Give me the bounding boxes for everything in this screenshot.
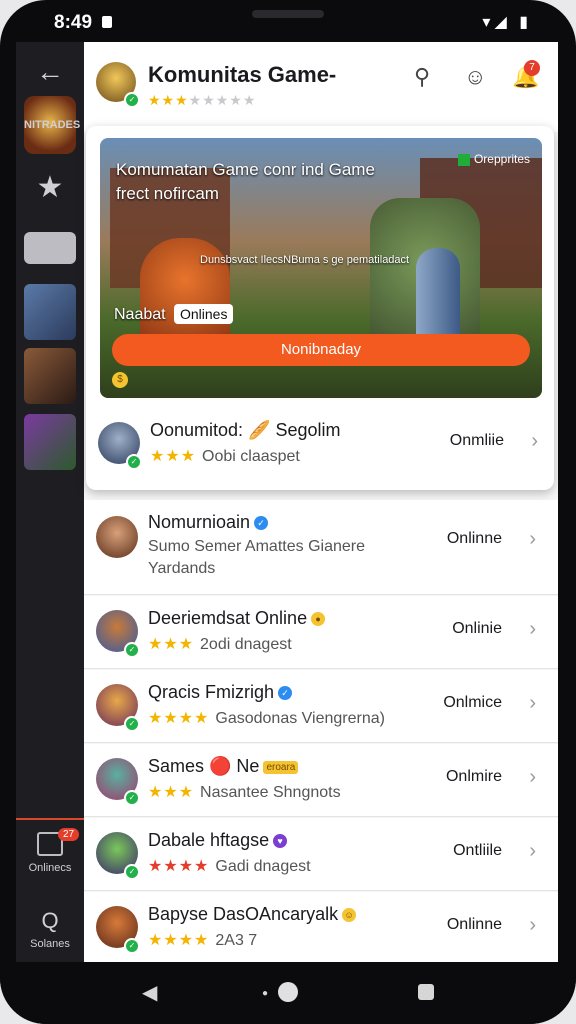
row-name: Qracis Fmizrigh ✓ <box>148 682 293 703</box>
row-subtitle: ★★★★ 2A3 7 <box>148 932 258 949</box>
rating-stars-filled: ★★★ <box>148 92 189 108</box>
gamepad-icon[interactable] <box>24 232 76 264</box>
online-status-icon: ✓ <box>124 938 140 954</box>
avatar <box>96 516 138 558</box>
search-icon: Q <box>41 908 59 933</box>
rail-onlines-button[interactable]: 27 Onlinecs <box>24 828 80 874</box>
row-status: Onlmire <box>445 768 502 785</box>
list-item[interactable]: ✓ Qracis Fmizrigh ✓ ★★★★ Gasodonas Viengre… <box>84 670 558 743</box>
online-status-icon: ✓ <box>124 864 140 880</box>
verified-check-icon: ✓ <box>124 92 140 108</box>
banner-title-line2: frect nofircam <box>116 184 219 203</box>
search-label: Solanes <box>30 938 70 950</box>
star-icon[interactable]: ★ <box>24 170 76 205</box>
row-subtitle: ★★★★ Gasodonas Viengrerna) <box>148 710 385 727</box>
row-subtitle: ★★★ 2odi dnagest <box>148 636 292 653</box>
rail-search-button[interactable]: Q Solanes <box>24 908 76 950</box>
online-status-icon: ✓ <box>124 716 140 732</box>
rail-divider <box>16 818 84 820</box>
row-status: Onlinie <box>452 620 502 637</box>
onlines-badge: 27 <box>58 828 80 841</box>
list-item[interactable]: ✓ Sames 🔴 Ne eroara ★★★ Nasantee Shngnots … <box>84 744 558 817</box>
row-status: Onlmice <box>443 694 502 711</box>
rail-avatar-2[interactable] <box>24 348 76 404</box>
flag-icon <box>457 153 470 166</box>
nav-home-icon[interactable] <box>278 982 298 1002</box>
verified-badge-icon: ✓ <box>278 686 293 701</box>
main-panel: ✓ Komunitas Game- ★★★★★★★★ ⚲ ☺ 🔔 7 Komum… <box>84 42 558 962</box>
row-status: Ontliile <box>453 842 502 859</box>
chevron-right-icon[interactable]: › <box>529 692 536 715</box>
online-chip[interactable]: Onlines <box>174 304 234 324</box>
header: ✓ Komunitas Game- ★★★★★★★★ ⚲ ☺ 🔔 7 <box>84 42 558 132</box>
coin-icon: $ <box>112 372 128 388</box>
back-arrow-icon[interactable]: ← <box>24 56 76 88</box>
profile-icon[interactable]: ☺ <box>464 64 486 90</box>
row-subtitle: ★★★★ Gadi dnagest <box>148 858 311 875</box>
row-name: Sames 🔴 Ne eroara <box>148 756 299 777</box>
chevron-right-icon[interactable]: › <box>529 528 536 551</box>
featured-banner[interactable]: Komumatan Game conr ind Game frect nofir… <box>100 138 542 398</box>
onlines-label: Onlinecs <box>28 862 72 874</box>
rail-avatar-1[interactable] <box>24 284 76 340</box>
row-subtitle: ★★★ Nasantee Shngnots <box>148 784 341 801</box>
signal-battery-icons: ▾◢ ▮ <box>482 14 532 31</box>
emoji-badge-icon: ☺ <box>342 908 357 923</box>
row-name: Bapyse DasOAncaryalk ☺ <box>148 904 357 925</box>
banner-action-button[interactable]: Nonibnaday <box>112 334 530 366</box>
chevron-right-icon[interactable]: › <box>529 840 536 863</box>
list-item[interactable]: ✓ Dabale hftagse ♥ ★★★★ Gadi dnagest Ontli… <box>84 818 558 891</box>
search-icon[interactable]: ⚲ <box>414 64 430 90</box>
chevron-right-icon[interactable]: › <box>529 766 536 789</box>
nav-recents-icon[interactable] <box>418 984 434 1000</box>
page-title: Komunitas Game- <box>148 62 337 87</box>
event-badge: eroara <box>263 760 299 774</box>
online-status-icon: ✓ <box>126 454 142 470</box>
status-bar: 8:49 ▾◢ ▮ <box>0 0 576 42</box>
list-item[interactable]: Nomurnioain ✓ Sumo Semer Amattes Gianere … <box>84 500 558 595</box>
nav-dot-icon: ● <box>262 988 269 999</box>
row-subtitle: ★★★ Oobi claaspet <box>150 448 300 465</box>
phone-frame: 8:49 ▾◢ ▮ ← NITRADES ★ 27 Onlinecs Q Sol… <box>0 0 576 1024</box>
rating-stars-empty: ★★★★★ <box>188 92 257 108</box>
online-status-icon: ✓ <box>124 642 140 658</box>
community-rating: ★★★★★★★★ <box>148 92 256 109</box>
nav-back-icon[interactable]: ◀ <box>142 980 157 1005</box>
row-name: Deeriemdsat Online ● <box>148 608 326 629</box>
row-name: Oonumitod: 🥖 Segolim <box>150 420 341 440</box>
badge-icon: ● <box>311 612 326 627</box>
row-subtitle: Sumo Semer Amattes Gianere <box>148 538 365 555</box>
rail-avatar-3[interactable] <box>24 414 76 470</box>
system-nav-bar: ◀ ● <box>0 962 576 1024</box>
row-status: Onmliie <box>449 432 504 449</box>
chevron-right-icon[interactable]: › <box>529 618 536 641</box>
row-subtitle-2: Yardands <box>148 560 216 577</box>
notification-badge: 7 <box>524 60 540 76</box>
camera-notch <box>252 10 324 18</box>
notification-dot-icon <box>102 16 112 28</box>
row-name: Nomurnioain ✓ <box>148 512 269 533</box>
game-logo[interactable]: NITRADES <box>24 96 80 154</box>
online-status-icon: ✓ <box>124 790 140 806</box>
featured-card: Komumatan Game conr ind Game frect nofir… <box>86 126 554 490</box>
banner-label: Naabat <box>114 306 166 323</box>
row-status: Onlinne <box>446 530 502 547</box>
banner-title-line1: Komumatan Game conr ind Game <box>116 160 375 179</box>
side-rail: ← NITRADES ★ 27 Onlinecs Q Solanes <box>16 42 84 962</box>
status-time: 8:49 <box>54 12 93 33</box>
list-item[interactable]: ✓ Oonumitod: 🥖 Segolim ★★★ Oobi claaspet … <box>86 408 558 480</box>
row-status: Onlinne <box>446 916 502 933</box>
chevron-right-icon[interactable]: › <box>529 914 536 937</box>
verified-badge-icon: ✓ <box>254 516 269 531</box>
list-item[interactable]: ✓ Bapyse DasOAncaryalk ☺ ★★★★ 2A3 7 Onlinn… <box>84 892 558 962</box>
row-name: Dabale hftagse ♥ <box>148 830 288 851</box>
banner-tag: Orepprites <box>457 152 530 166</box>
banner-subtitle: Dunsbsvact IlecsNBuma s ge pematiladact <box>200 254 410 266</box>
list-item[interactable]: ✓ Deeriemdsat Online ● ★★★ 2odi dnagest On… <box>84 596 558 669</box>
app-screen: ← NITRADES ★ 27 Onlinecs Q Solanes ✓ Kom… <box>16 42 558 962</box>
heart-badge-icon: ♥ <box>273 834 288 849</box>
chevron-right-icon[interactable]: › <box>531 430 538 453</box>
